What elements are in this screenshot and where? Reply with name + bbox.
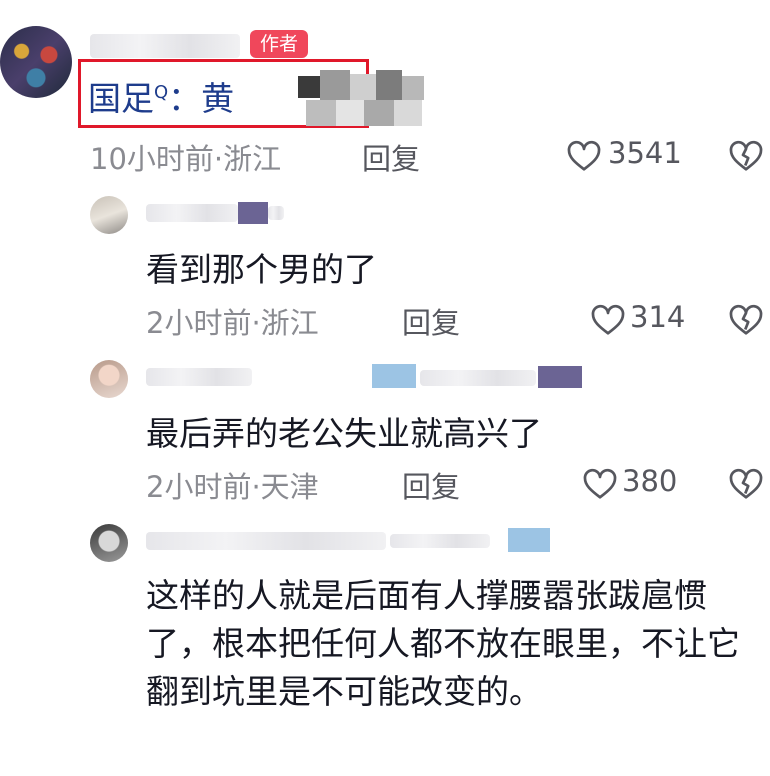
separator-dot: · <box>213 142 224 176</box>
username-blurred[interactable] <box>146 204 238 222</box>
reply-avatar[interactable] <box>90 360 128 398</box>
heart-outline-icon[interactable] <box>566 138 602 172</box>
reply-meta: 2小时前·天津 <box>146 464 319 506</box>
reply-text: 这样的人就是后面有人撑腰嚣张跋扈惯了，根本把任何人都不放在眼里，不让它翻到坑里是… <box>146 576 740 711</box>
location: 天津 <box>260 470 319 504</box>
separator-dot: · <box>251 470 261 504</box>
root-comment-text-suffix: ：黄 <box>168 79 235 118</box>
username-mosaic <box>238 202 268 224</box>
heart-outline-icon[interactable] <box>590 302 626 336</box>
broken-heart-icon[interactable] <box>728 302 764 336</box>
timestamp: 2小时前 <box>146 306 252 340</box>
reply-text: 最后弄的老公失业就高兴了 <box>146 414 542 453</box>
like-count: 3541 <box>608 136 682 170</box>
username-blurred[interactable] <box>146 532 386 550</box>
hashtag-link-guozu[interactable]: 国足 <box>88 79 154 118</box>
reply-button[interactable]: 回复 <box>402 464 460 506</box>
username-blurred <box>420 370 536 386</box>
timestamp: 2小时前 <box>146 470 252 504</box>
search-icon[interactable]: Q <box>154 82 168 103</box>
username-mosaic <box>508 528 550 552</box>
reply-avatar[interactable] <box>90 196 128 234</box>
root-comment-meta: 10小时前·浙江 <box>90 136 281 178</box>
username-blurred[interactable] <box>146 368 252 386</box>
username-mosaic <box>372 364 416 388</box>
heart-outline-icon[interactable] <box>582 466 618 500</box>
reply-button[interactable]: 回复 <box>402 300 460 342</box>
reply-avatar[interactable] <box>90 524 128 562</box>
commenter-avatar[interactable] <box>0 26 72 98</box>
username-blurred <box>390 534 490 548</box>
reply-text: 看到那个男的了 <box>146 250 377 289</box>
reply-button[interactable]: 回复 <box>362 136 420 178</box>
timestamp: 10小时前 <box>90 142 214 176</box>
mosaic-censor <box>298 70 426 128</box>
separator-dot: · <box>251 306 261 340</box>
author-badge: 作者 <box>250 30 309 58</box>
broken-heart-icon[interactable] <box>728 138 764 172</box>
reply-meta: 2小时前·浙江 <box>146 300 319 342</box>
like-count: 380 <box>622 464 678 498</box>
username-blurred[interactable] <box>90 34 240 58</box>
username-mosaic <box>538 366 582 388</box>
location: 浙江 <box>260 306 319 340</box>
broken-heart-icon[interactable] <box>728 466 764 500</box>
like-count: 314 <box>630 300 686 334</box>
root-comment-text: 国足Q：黄 <box>88 72 234 120</box>
username-blurred <box>268 206 284 220</box>
location: 浙江 <box>223 142 282 176</box>
